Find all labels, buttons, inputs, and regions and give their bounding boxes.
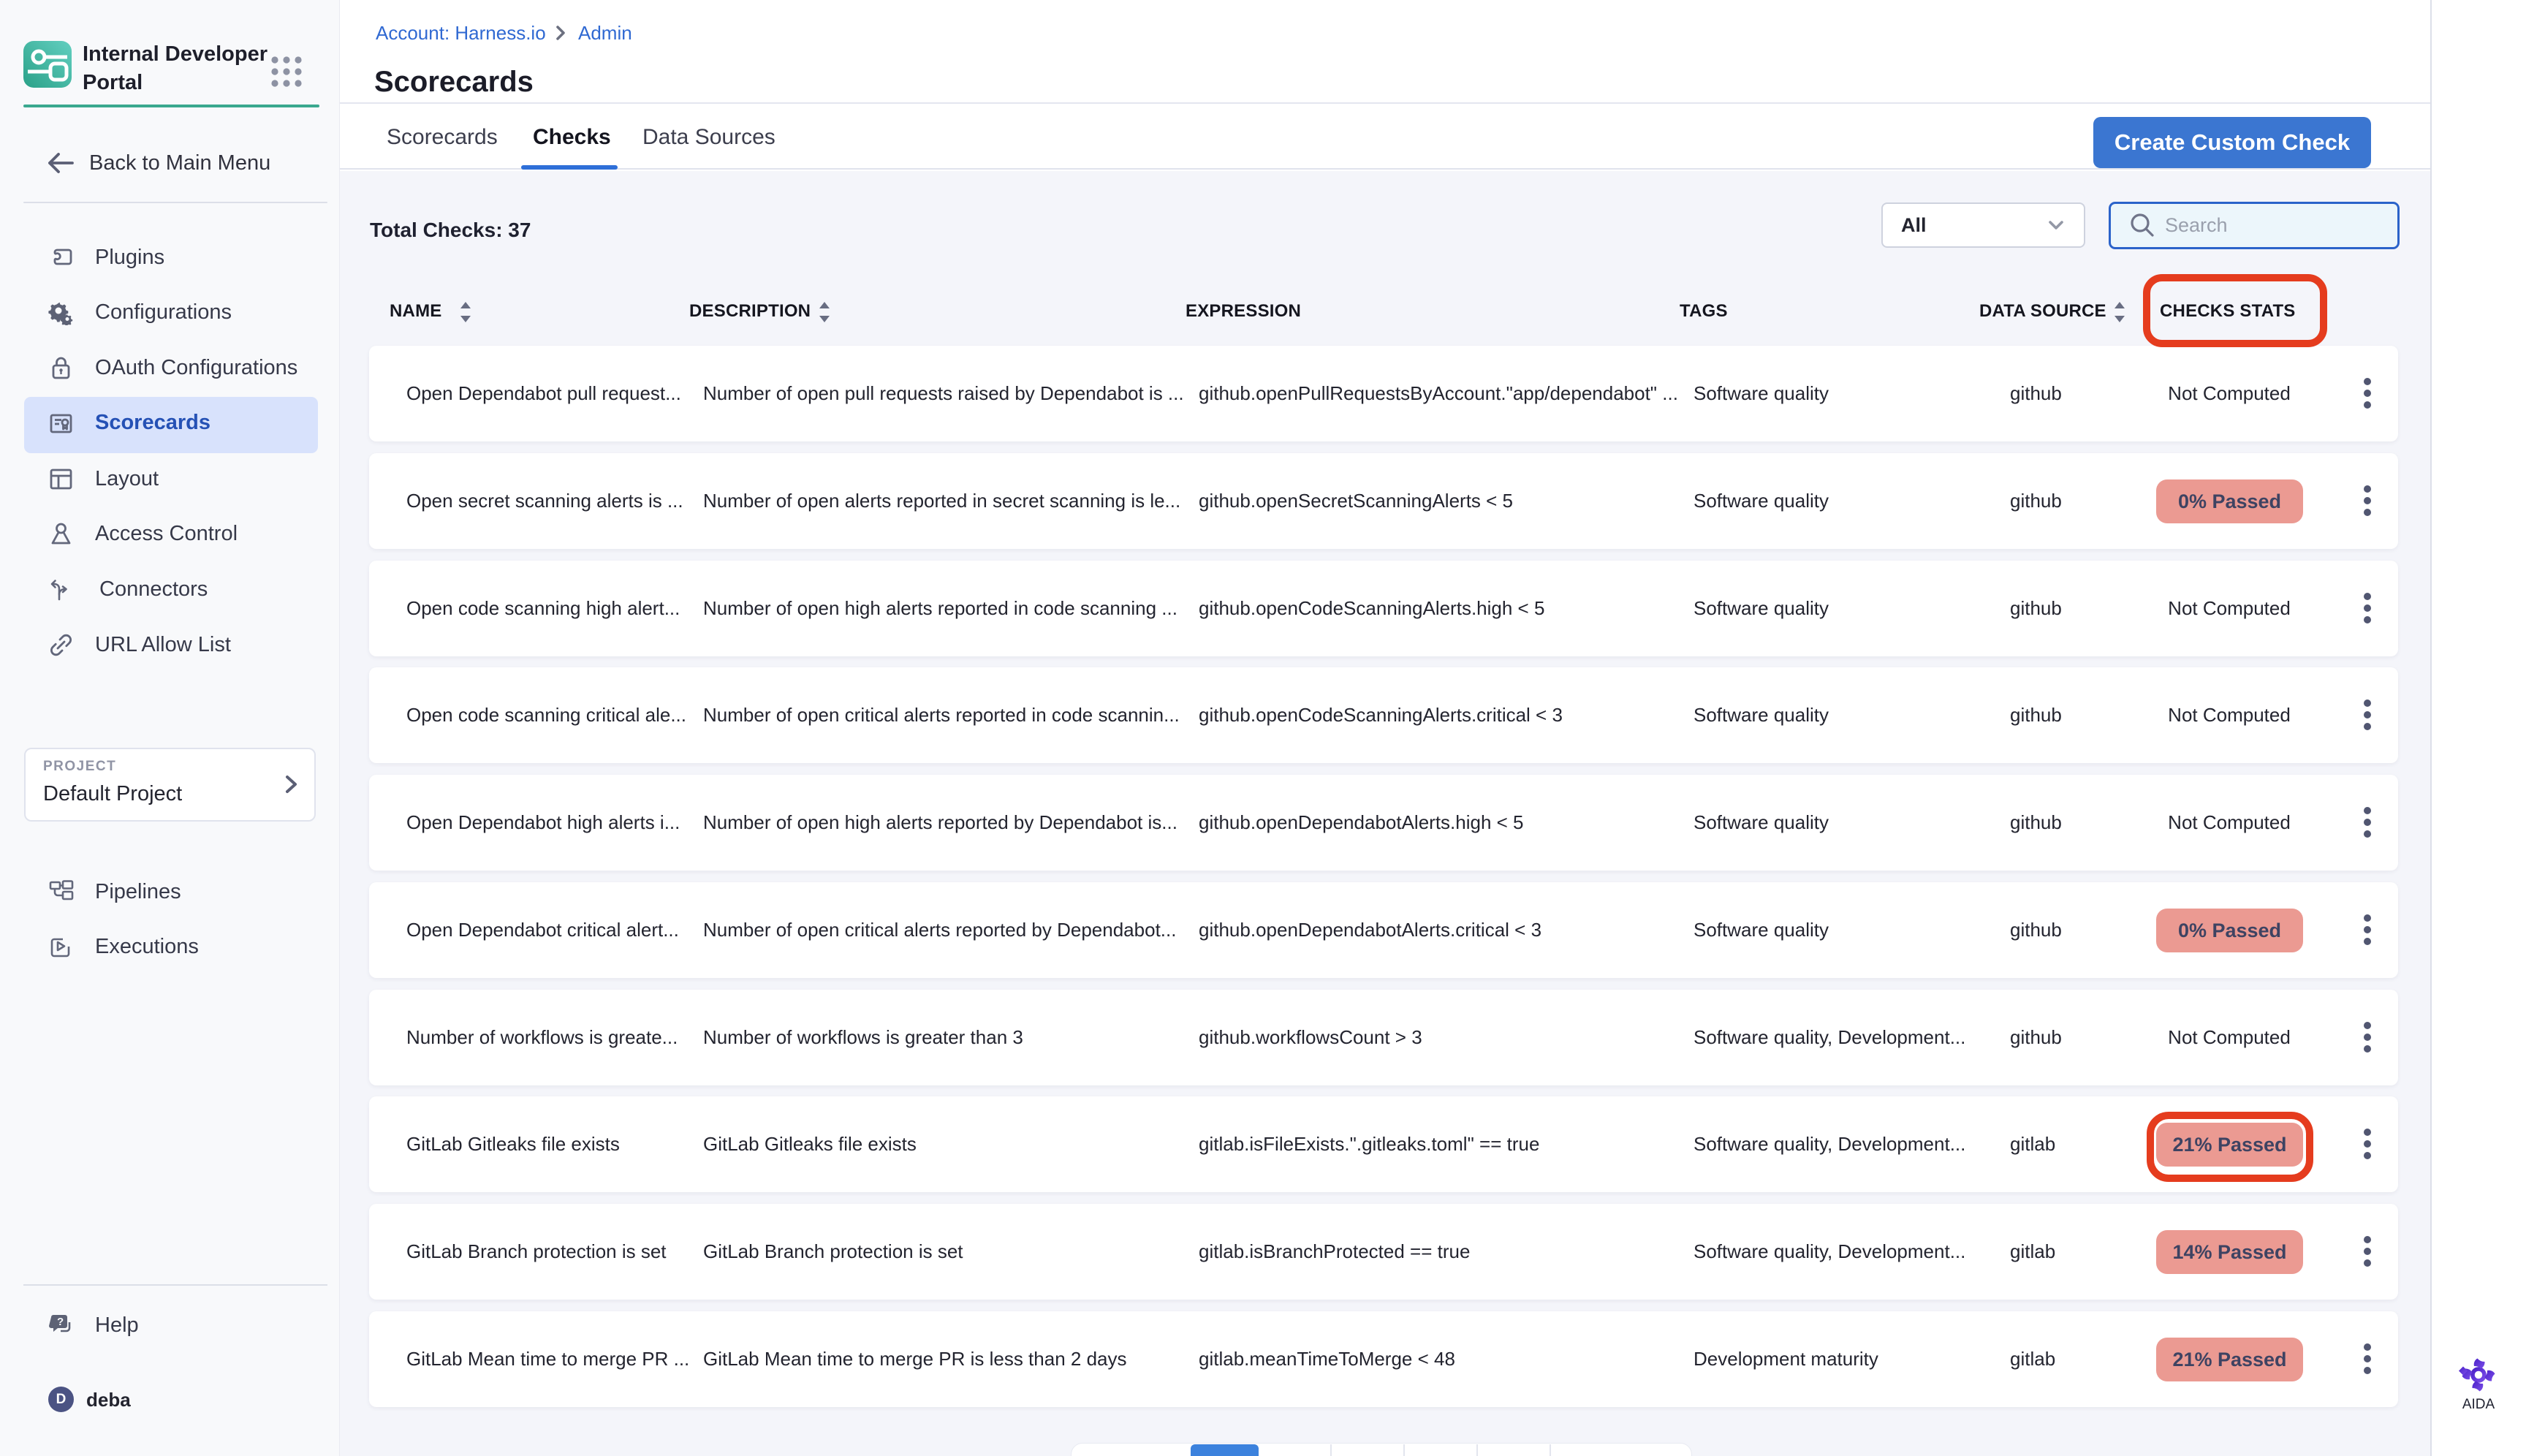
svg-text:?: ? — [57, 1316, 64, 1328]
